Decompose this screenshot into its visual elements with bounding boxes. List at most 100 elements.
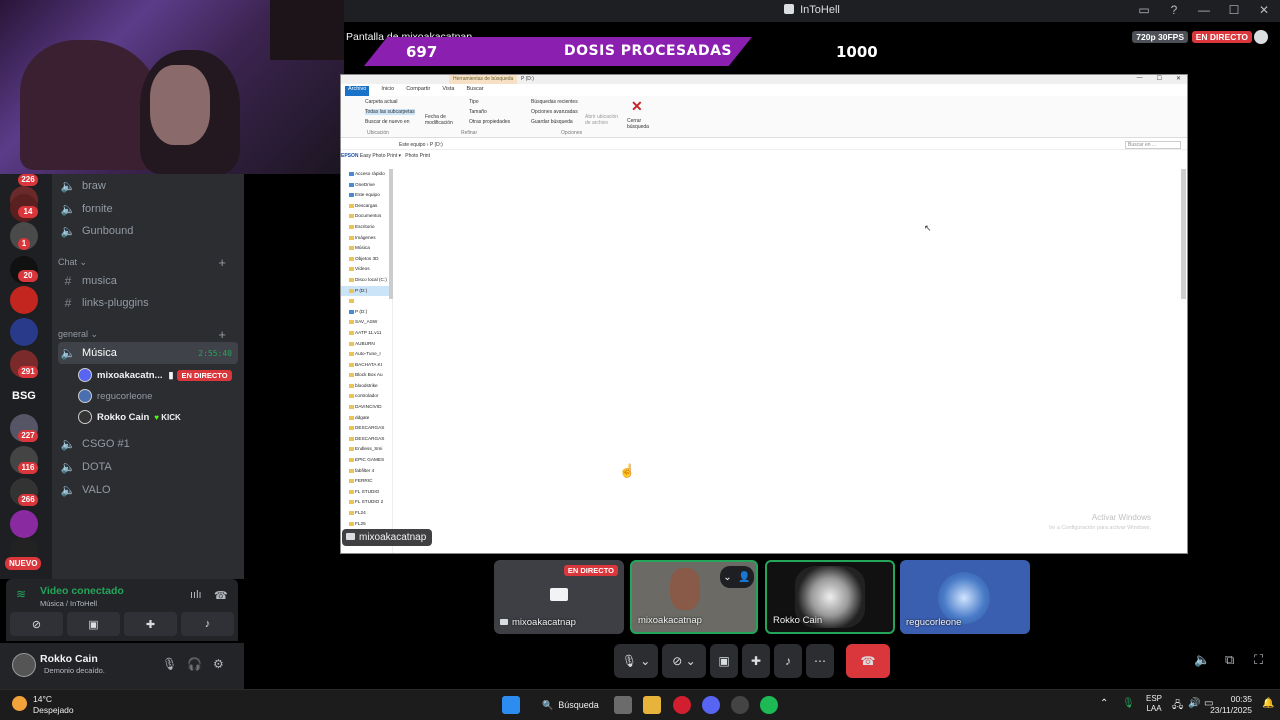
- activities-button[interactable]: ✚: [124, 612, 177, 636]
- voice-actions: ⊘ ▣ ✚ ♪: [6, 608, 238, 640]
- tree-item: Descargas: [341, 201, 392, 212]
- participant-tile[interactable]: EN DIRECTO mixoakacatnap: [494, 560, 624, 634]
- screen-share-button[interactable]: ▣: [67, 612, 120, 636]
- tree-item: bloodstrike: [341, 381, 392, 392]
- app-icon[interactable]: [731, 696, 749, 714]
- volume-tray-icon[interactable]: 🔊: [1188, 698, 1200, 709]
- participant-tile[interactable]: Rokko Cain: [765, 560, 895, 634]
- server-icon[interactable]: [10, 318, 38, 346]
- tray-overflow-icon[interactable]: ⌃: [1100, 698, 1108, 709]
- call-duration: 2:55:40: [198, 348, 232, 358]
- maximize-button[interactable]: ☐: [1226, 3, 1242, 17]
- tree-item: FL24: [341, 508, 392, 519]
- username[interactable]: Rokko Cain: [40, 653, 98, 665]
- signal-icon[interactable]: ≋: [16, 587, 26, 601]
- tree-item: FERRIC: [341, 476, 392, 487]
- weather-widget[interactable]: 14°C Despejado: [33, 694, 74, 716]
- server-icon[interactable]: [10, 510, 38, 538]
- tree-item: FL STUDIO 2: [341, 497, 392, 508]
- spotify-icon[interactable]: [760, 696, 778, 714]
- clock[interactable]: 00:35 23/11/2025: [1210, 694, 1252, 716]
- overlay-goal: 1000: [836, 43, 878, 61]
- volume-icon[interactable]: 🔈: [1194, 652, 1210, 668]
- camera-off-button[interactable]: ⊘: [10, 612, 63, 636]
- text-channel[interactable]: # musica: [58, 270, 238, 292]
- speaker-icon: 🔈: [60, 202, 76, 216]
- add-channel-icon[interactable]: +: [218, 327, 226, 342]
- microphone-tray-icon[interactable]: 🎙: [1122, 698, 1135, 709]
- server-icon[interactable]: [10, 286, 38, 314]
- tile-name: Rokko Cain: [773, 615, 823, 626]
- category-general[interactable]: general ⌄ +: [58, 327, 238, 342]
- voice-user[interactable]: Rokko Cain ♥ KICK: [78, 407, 238, 427]
- voice-user[interactable]: mixoakacatn... ▮ EN DIRECTO: [78, 365, 238, 385]
- mention-badge: 291: [18, 366, 38, 378]
- disconnect-button[interactable]: ☎: [846, 644, 890, 678]
- avatar: [78, 389, 92, 403]
- title-bar: InToHell ▭ ? — ☐ ✕: [344, 0, 1280, 22]
- new-badge: NUEVO: [5, 557, 42, 570]
- category-chat[interactable]: Chat ⌄ +: [58, 255, 238, 270]
- participant-tile[interactable]: regucorleone: [900, 560, 1030, 634]
- chevron-down-icon[interactable]: ⌄: [723, 572, 731, 583]
- taskbar-search[interactable]: 🔍 Búsqueda: [536, 695, 606, 715]
- fullscreen-icon[interactable]: ⛶: [1254, 652, 1263, 668]
- discord-icon[interactable]: [702, 696, 720, 714]
- opera-icon[interactable]: [673, 696, 691, 714]
- start-icon[interactable]: [502, 696, 520, 714]
- headphones-icon[interactable]: 🎧: [187, 657, 202, 671]
- tile-menu[interactable]: ⌄ 👤: [720, 566, 754, 588]
- tree-item: Este equipo: [341, 190, 392, 201]
- task-view-icon[interactable]: [614, 696, 632, 714]
- speaker-icon: 🔈: [60, 346, 76, 360]
- hash-icon: #: [64, 296, 72, 310]
- voice-channel-active[interactable]: 🔈 Música 2:55:40: [58, 342, 238, 364]
- inbox-icon[interactable]: ▭: [1136, 3, 1152, 17]
- screen-share-button[interactable]: ▣: [710, 644, 738, 678]
- voice-channel[interactable]: 🔈 CSGO #1: [58, 433, 238, 455]
- voice-status[interactable]: Video conectado: [40, 585, 124, 597]
- voice-channel[interactable]: 🔈 fornite: [58, 198, 238, 220]
- monitor-icon: [550, 588, 568, 601]
- settings-gear-icon[interactable]: ⚙: [213, 657, 224, 671]
- speaker-icon: 🔈: [60, 179, 76, 193]
- language-indicator[interactable]: ESP LAA: [1146, 694, 1162, 714]
- disconnect-icon[interactable]: ☎: [214, 589, 228, 602]
- tree-item: [341, 296, 392, 307]
- more-options-button[interactable]: ⋯: [806, 644, 834, 678]
- overlay-banner: 697 DOSIS PROCESADAS: [364, 37, 752, 66]
- network-icon[interactable]: 🖧: [1172, 698, 1183, 715]
- user-icon[interactable]: 👤: [738, 572, 750, 583]
- avatar[interactable]: [12, 653, 36, 677]
- add-channel-icon[interactable]: +: [218, 255, 226, 270]
- voice-user[interactable]: regucorleone: [78, 386, 238, 406]
- voice-location[interactable]: Música / InToHell: [40, 599, 97, 608]
- help-icon[interactable]: ?: [1166, 3, 1182, 17]
- file-explorer-icon[interactable]: [643, 696, 661, 714]
- shared-screen: Herramientas de búsqueda P (D:) — ☐ ✕ Arch…: [340, 74, 1188, 554]
- mention-badge: 116: [18, 462, 38, 474]
- tile-name: mixoakacatnap: [638, 615, 702, 626]
- camera-button[interactable]: ⊘ ⌄: [662, 644, 706, 678]
- noise-suppression-icon[interactable]: ıılı: [190, 589, 202, 601]
- voice-channel[interactable]: 🔈 Gunbound: [58, 220, 238, 242]
- notifications-icon[interactable]: 🔔: [1262, 698, 1274, 709]
- text-channel[interactable]: # links-pluggins: [58, 292, 238, 314]
- popout-icon[interactable]: ⧉: [1225, 652, 1234, 668]
- server-name[interactable]: BSG: [12, 390, 36, 402]
- voice-channel[interactable]: 🔈 braw: [58, 175, 238, 197]
- soundboard-button[interactable]: ♪: [181, 612, 234, 636]
- search-icon: 🔍: [542, 699, 554, 710]
- voice-channel[interactable]: 🔈 VALO: [58, 479, 238, 501]
- voice-channel[interactable]: 🔈 DOTA: [58, 456, 238, 478]
- minimize-button[interactable]: —: [1196, 3, 1212, 17]
- soundboard-button[interactable]: ♪: [774, 644, 802, 678]
- activities-button[interactable]: ✚: [742, 644, 770, 678]
- microphone-icon[interactable]: 🎙: [162, 657, 177, 671]
- pointer-icon: ↖: [924, 223, 932, 233]
- viewer-icon[interactable]: [1254, 30, 1268, 44]
- weather-icon[interactable]: [12, 696, 27, 711]
- close-button[interactable]: ✕: [1256, 3, 1272, 17]
- participant-tile[interactable]: ⌄ 👤 mixoakacatnap: [630, 560, 758, 634]
- microphone-button[interactable]: 🎙 ⌄: [614, 644, 658, 678]
